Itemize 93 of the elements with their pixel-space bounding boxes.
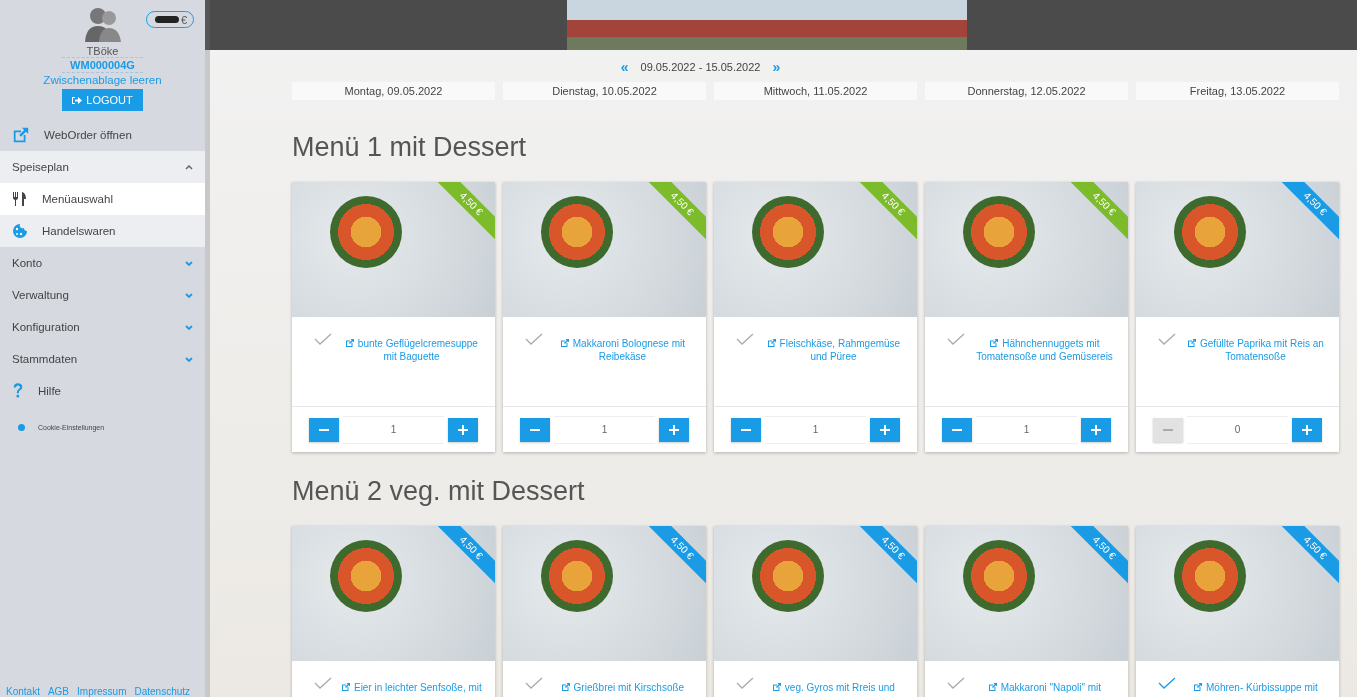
nav-section[interactable]: Konto xyxy=(0,247,205,279)
increase-button[interactable] xyxy=(1081,417,1111,442)
minus-icon xyxy=(319,428,329,431)
nav-item[interactable]: WebOrder öffnen xyxy=(0,119,205,151)
check-icon[interactable] xyxy=(1158,333,1176,345)
check-icon[interactable] xyxy=(947,333,965,345)
dish-link[interactable]: veg. Gyros mit Rreis und xyxy=(760,681,907,694)
external-link-icon xyxy=(559,338,570,348)
customer-number: WM000004G xyxy=(62,57,143,73)
check-icon[interactable] xyxy=(314,677,332,689)
minus-icon xyxy=(952,428,962,431)
day-header: Montag, 09.05.2022 xyxy=(292,82,495,100)
decrease-button[interactable] xyxy=(731,417,761,442)
previous-week-link[interactable]: « xyxy=(620,59,629,75)
footer-link[interactable]: AGB xyxy=(47,686,70,697)
nav-item[interactable]: Hilfe xyxy=(0,375,205,407)
dish-link[interactable]: Möhren- Kürbissuppe mit xyxy=(1182,681,1329,694)
decrease-button[interactable] xyxy=(520,417,550,442)
fork-knife-icon xyxy=(12,191,28,207)
minus-icon xyxy=(530,428,540,431)
day-header: Freitag, 13.05.2022 xyxy=(1136,82,1339,100)
chevron-up-icon xyxy=(185,164,193,170)
check-icon[interactable] xyxy=(736,333,754,345)
dish-link[interactable]: Makkaroni Bolognese mit Reibekäse xyxy=(549,337,696,363)
increase-button[interactable] xyxy=(870,417,900,442)
week-range: 09.05.2022 - 15.05.2022 xyxy=(640,61,761,73)
quantity-field[interactable]: 1 xyxy=(343,415,444,444)
quantity-field[interactable]: 1 xyxy=(554,415,655,444)
quantity-field[interactable]: 1 xyxy=(765,415,866,444)
dish-link[interactable]: Hähnchennuggets mit Tomatensoße und Gemüsereis xyxy=(971,337,1118,363)
dish-link[interactable]: bunte Geflügelcremesuppe mit Baguette xyxy=(338,337,485,363)
day-header: Dienstag, 10.05.2022 xyxy=(503,82,706,100)
plus-icon xyxy=(669,424,679,435)
external-link-icon xyxy=(560,682,571,692)
chevron-down-icon xyxy=(185,260,193,266)
external-link-icon xyxy=(989,338,1000,348)
dish-link[interactable]: Makkaroni "Napoli" mit xyxy=(971,681,1118,694)
decrease-button[interactable] xyxy=(942,417,972,442)
nav-section[interactable]: Speiseplan xyxy=(0,151,205,183)
logout-button[interactable]: LOGOUT xyxy=(62,89,143,111)
check-icon[interactable] xyxy=(1158,677,1176,689)
dot-icon xyxy=(18,423,25,431)
user-name: TBöke xyxy=(86,45,119,57)
minus-icon xyxy=(1163,428,1173,431)
external-link-icon xyxy=(12,126,30,144)
nav-section[interactable]: Konfiguration xyxy=(0,311,205,343)
check-icon[interactable] xyxy=(947,677,965,689)
cookie-icon xyxy=(12,223,28,239)
increase-button[interactable] xyxy=(1292,417,1322,442)
external-link-icon xyxy=(987,682,998,692)
footer-link[interactable]: Kontakt xyxy=(6,686,40,697)
help-icon xyxy=(12,382,24,400)
dish-link[interactable]: Gefüllte Paprika mit Reis an Tomatensoße xyxy=(1182,337,1329,363)
nav-item[interactable]: Menüauswahl xyxy=(0,183,205,215)
dish-link[interactable]: Fleischkäse, Rahmgemüse und Püree xyxy=(760,337,907,363)
external-link-icon xyxy=(341,682,352,692)
quantity-field[interactable]: 0 xyxy=(1187,415,1288,444)
plus-icon xyxy=(1091,424,1101,435)
plus-icon xyxy=(458,424,468,435)
check-icon[interactable] xyxy=(525,333,543,345)
plus-icon xyxy=(880,424,890,435)
minus-icon xyxy=(741,428,751,431)
footer-link[interactable]: Impressum xyxy=(77,686,127,697)
next-week-link[interactable]: » xyxy=(772,59,781,75)
increase-button[interactable] xyxy=(448,417,478,442)
check-icon[interactable] xyxy=(314,333,332,345)
check-icon[interactable] xyxy=(736,677,754,689)
external-link-icon xyxy=(772,682,783,692)
clear-clipboard-link[interactable]: Zwischenablage leeren xyxy=(43,74,162,86)
external-link-icon xyxy=(1187,338,1198,348)
day-header: Mittwoch, 11.05.2022 xyxy=(714,82,917,100)
external-link-icon xyxy=(1193,682,1204,692)
dish-link[interactable]: Eier in leichter Senfsoße, mit xyxy=(338,681,485,694)
check-icon[interactable] xyxy=(525,677,543,689)
quantity-field[interactable]: 1 xyxy=(976,415,1077,444)
menu-title: Menü 1 mit Dessert xyxy=(292,131,528,164)
nav-section[interactable]: Verwaltung xyxy=(0,279,205,311)
external-link-icon xyxy=(766,338,777,348)
increase-button[interactable] xyxy=(659,417,689,442)
chevron-down-icon xyxy=(185,292,193,298)
dish-link[interactable]: Grießbrei mit Kirschsoße xyxy=(549,681,696,694)
day-header: Donnerstag, 12.05.2022 xyxy=(925,82,1128,100)
footer-link[interactable]: Datenschutz xyxy=(134,686,191,697)
nav-section[interactable]: Stammdaten xyxy=(0,343,205,375)
plus-icon xyxy=(1302,424,1312,435)
nav-item[interactable]: Handelswaren xyxy=(0,215,205,247)
chevron-down-icon xyxy=(185,356,193,362)
logout-icon xyxy=(72,95,83,105)
menu-title: Menü 2 veg. mit Dessert xyxy=(292,475,586,508)
chevron-down-icon xyxy=(185,324,193,330)
external-link-icon xyxy=(345,338,356,348)
decrease-button[interactable] xyxy=(309,417,339,442)
scrollbar[interactable] xyxy=(205,0,210,697)
